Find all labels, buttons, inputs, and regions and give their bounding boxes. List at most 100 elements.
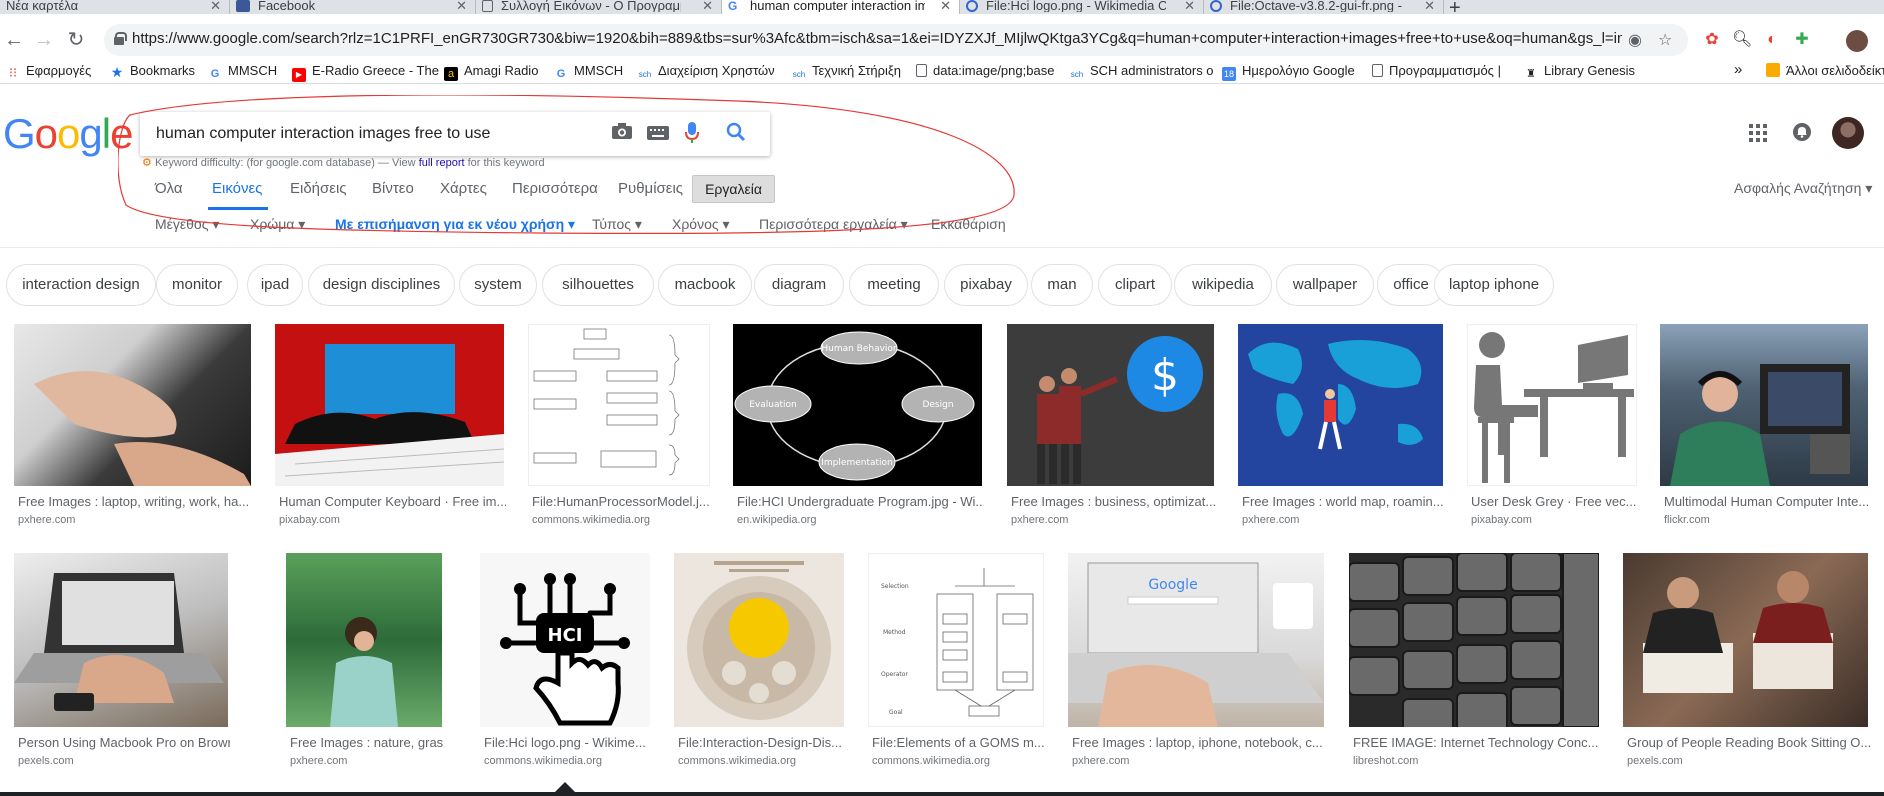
result-thumbnail[interactable]: [275, 324, 504, 486]
chip[interactable]: design disciplines: [308, 264, 455, 306]
result-thumbnail[interactable]: Human Behavior Evaluation Design Implementa…: [733, 324, 982, 486]
chip[interactable]: wikipedia: [1174, 264, 1272, 306]
notifications-bell-icon[interactable]: [1792, 122, 1812, 142]
chip[interactable]: monitor: [156, 264, 238, 306]
bookmark-item[interactable]: a Amagi Radio: [444, 63, 538, 81]
result-thumbnail[interactable]: [1467, 324, 1637, 486]
google-logo[interactable]: Google: [3, 110, 133, 158]
result-thumbnail[interactable]: HCI: [480, 553, 650, 727]
hci-logo-text: HCI: [548, 625, 583, 646]
address-bar[interactable]: https://www.google.com/search?rlz=1C1PRF…: [104, 24, 1688, 56]
tab-wikimedia-hci[interactable]: File:Hci logo.png - Wikimedia Co ✕: [960, 0, 1204, 14]
chip[interactable]: silhouettes: [542, 264, 654, 306]
result-thumbnail[interactable]: [528, 324, 710, 486]
bookmark-item[interactable]: sch Τεχνική Στήριξη: [792, 63, 901, 82]
tab-new[interactable]: Νέα καρτέλα ✕: [0, 0, 230, 14]
close-icon[interactable]: ✕: [456, 0, 467, 12]
result-caption[interactable]: File:HumanProcessorModel.j...: [532, 494, 712, 509]
tab-wikimedia-octave[interactable]: File:Octave-v3.8.2-gui-fr.png - W ✕: [1204, 0, 1444, 14]
close-icon[interactable]: ✕: [702, 0, 713, 12]
result-source: flickr.com: [1664, 514, 1710, 526]
result-caption[interactable]: File:Elements of a GOMS m...: [872, 735, 1046, 750]
account-avatar[interactable]: [1832, 117, 1864, 149]
chip[interactable]: laptop iphone: [1434, 264, 1554, 306]
chip[interactable]: pixabay: [944, 264, 1028, 306]
forward-arrow-icon[interactable]: →: [30, 26, 58, 54]
result-caption[interactable]: Free Images : laptop, writing, work, ha.…: [18, 494, 253, 509]
extension-icon[interactable]: ✿: [1702, 30, 1722, 50]
result-caption[interactable]: Human Computer Keyboard · Free im...: [279, 494, 506, 509]
extension-badge-icon[interactable]: ◐: [1762, 30, 1782, 50]
bookmarks-bar: ⁝⁝ Εφαρμογές ★ Bookmarks G MMSCH ▶ E-Radio G…: [0, 60, 1884, 84]
other-bookmarks[interactable]: Άλλοι σελιδοδείκτ: [1766, 63, 1884, 78]
result-thumbnail[interactable]: [674, 553, 844, 727]
close-icon[interactable]: ✕: [210, 0, 221, 12]
result-source: en.wikipedia.org: [737, 514, 817, 526]
bookmark-item[interactable]: ▶ E-Radio Greece - The: [292, 63, 439, 82]
result-caption[interactable]: Group of People Reading Book Sitting O..…: [1627, 735, 1870, 750]
result-caption[interactable]: Free Images : business, optimizat...: [1011, 494, 1216, 509]
sch-icon: sch: [792, 70, 806, 79]
result-source: libreshot.com: [1353, 755, 1419, 767]
tab-collection[interactable]: Συλλογή Εικόνων - Ο Προγραμμ ✕: [476, 0, 722, 14]
result-thumbnail[interactable]: [1238, 324, 1443, 486]
bookmark-item[interactable]: ★ Bookmarks: [110, 63, 195, 79]
bookmark-item[interactable]: G MMSCH: [208, 63, 277, 81]
result-thumbnail[interactable]: [1623, 553, 1868, 727]
reload-icon[interactable]: ↻: [62, 26, 90, 54]
apps-grid-icon[interactable]: [1748, 123, 1768, 143]
extension-green-icon[interactable]: ✚: [1792, 30, 1812, 50]
page-icon: [916, 64, 927, 77]
bookmark-item[interactable]: data:image/png;base: [916, 63, 1054, 78]
chip[interactable]: macbook: [658, 264, 752, 306]
chip[interactable]: wallpaper: [1276, 264, 1374, 306]
result-thumbnail[interactable]: $: [1007, 324, 1214, 486]
tab-google-images[interactable]: Ghuman computer interaction ima ✕: [722, 0, 960, 14]
profile-avatar-icon[interactable]: [1846, 30, 1868, 52]
result-caption[interactable]: File:HCI Undergraduate Program.jpg - Wi.…: [737, 494, 984, 509]
tab-facebook[interactable]: Facebook ✕: [230, 0, 476, 14]
close-icon[interactable]: ✕: [940, 0, 951, 12]
result-caption[interactable]: Multimodal Human Computer Inte...: [1664, 494, 1870, 509]
chip[interactable]: man: [1031, 264, 1093, 306]
back-arrow-icon[interactable]: ←: [0, 26, 28, 54]
close-icon[interactable]: ✕: [1184, 0, 1195, 12]
sch-icon: sch: [638, 70, 652, 79]
result-caption[interactable]: Person Using Macbook Pro on Brown W...: [18, 735, 230, 750]
chip[interactable]: clipart: [1098, 264, 1172, 306]
close-icon[interactable]: ✕: [1424, 0, 1435, 12]
chip[interactable]: ipad: [247, 264, 303, 306]
bookmark-item[interactable]: Προγραμματισμός |: [1372, 63, 1501, 78]
result-caption[interactable]: Free Images : nature, gras...: [290, 735, 444, 750]
result-thumbnail[interactable]: [14, 553, 228, 727]
bookmark-item[interactable]: sch SCH administrators o: [1070, 63, 1214, 82]
bookmarks-overflow-button[interactable]: »: [1734, 61, 1742, 78]
result-caption[interactable]: Free Images : world map, roamin...: [1242, 494, 1445, 509]
result-thumbnail[interactable]: [14, 324, 251, 486]
bookmark-star-icon[interactable]: ☆: [1658, 30, 1672, 50]
bookmark-item[interactable]: G MMSCH: [554, 63, 623, 81]
safe-search-menu[interactable]: Ασφαλής Αναζήτηση ▾: [1734, 180, 1872, 197]
bookmark-item[interactable]: sch Διαχείριση Χρηστών: [638, 63, 775, 82]
chip[interactable]: diagram: [754, 264, 844, 306]
result-thumbnail[interactable]: Selection Method Operator Goal: [868, 553, 1044, 727]
bookmark-item[interactable]: ⁝⁝ Εφαρμογές: [6, 63, 91, 80]
bookmark-item[interactable]: 18 Ημερολόγιο Google: [1222, 63, 1355, 81]
browser-tab-strip: Νέα καρτέλα ✕ Facebook ✕ Συλλογή Εικόνων…: [0, 0, 1884, 19]
result-caption[interactable]: FREE IMAGE: Internet Technology Conc...: [1353, 735, 1601, 750]
result-thumbnail[interactable]: [1660, 324, 1868, 486]
google-logo-on-screen: Google: [1148, 577, 1197, 593]
location-target-icon[interactable]: ◉: [1628, 30, 1642, 50]
result-caption[interactable]: File:Interaction-Design-Dis...: [678, 735, 846, 750]
result-thumbnail[interactable]: [1349, 553, 1599, 727]
result-caption[interactable]: File:Hci logo.png - Wikime...: [484, 735, 652, 750]
chip[interactable]: system: [459, 264, 537, 306]
bookmark-item[interactable]: ♜ Library Genesis: [1524, 63, 1635, 81]
result-thumbnail[interactable]: [286, 553, 442, 727]
result-thumbnail[interactable]: Google: [1068, 553, 1324, 727]
result-caption[interactable]: Free Images : laptop, iphone, notebook, …: [1072, 735, 1326, 750]
result-caption[interactable]: User Desk Grey · Free vec...: [1471, 494, 1639, 509]
chip[interactable]: meeting: [849, 264, 939, 306]
chip[interactable]: interaction design: [6, 264, 156, 306]
search-extension-icon[interactable]: 🔍︎: [1732, 30, 1752, 50]
